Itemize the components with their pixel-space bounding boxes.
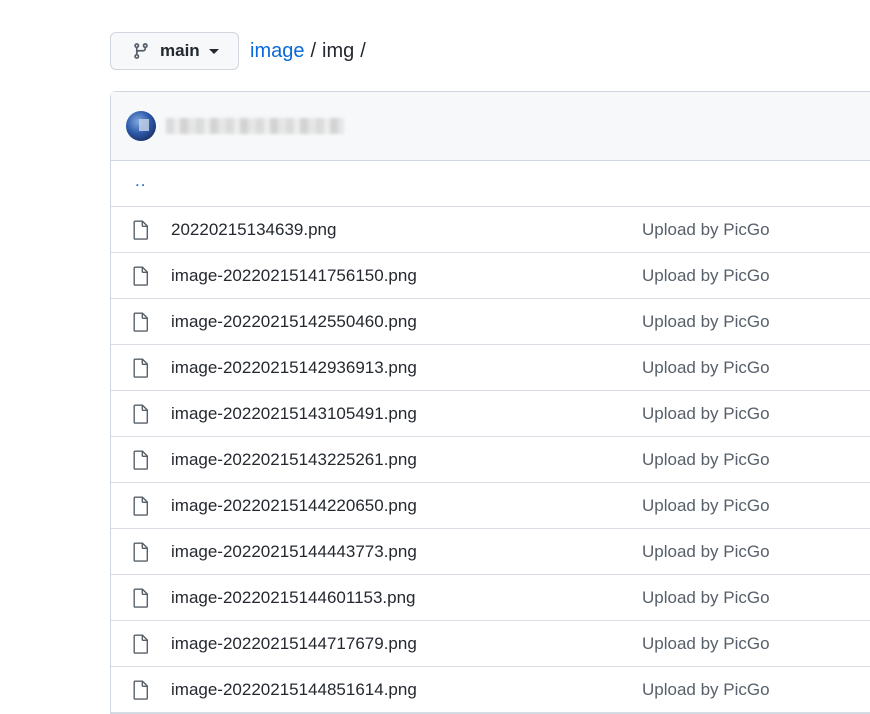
- caret-down-icon: [208, 48, 219, 54]
- parent-directory-row[interactable]: ..: [111, 161, 870, 207]
- file-icon: [133, 496, 149, 516]
- file-icon: [133, 542, 149, 562]
- avatar[interactable]: [126, 111, 156, 141]
- commit-message-link[interactable]: Upload by PicGo: [642, 266, 770, 286]
- file-icon: [133, 634, 149, 654]
- file-row[interactable]: 20220215134639.png Upload by PicGo: [111, 207, 870, 253]
- file-name-link[interactable]: image-20220215144443773.png: [171, 542, 642, 562]
- file-icon: [133, 220, 149, 240]
- file-name-link[interactable]: image-20220215142550460.png: [171, 312, 642, 332]
- file-row[interactable]: image-20220215142936913.png Upload by Pic…: [111, 345, 870, 391]
- file-name-link[interactable]: image-20220215144851614.png: [171, 680, 642, 700]
- file-name-link[interactable]: image-20220215141756150.png: [171, 266, 642, 286]
- path-bar: main image / img /: [110, 31, 372, 71]
- file-row[interactable]: image-20220215142550460.png Upload by Pic…: [111, 299, 870, 345]
- breadcrumb: image / img /: [250, 40, 372, 63]
- parent-directory-link[interactable]: ..: [135, 171, 146, 191]
- commit-message-link[interactable]: Upload by PicGo: [642, 450, 770, 470]
- breadcrumb-current-folder: img: [322, 39, 355, 62]
- file-icon: [133, 266, 149, 286]
- file-name-link[interactable]: image-20220215144717679.png: [171, 634, 642, 654]
- file-row[interactable]: image-20220215144220650.png Upload by Pic…: [111, 483, 870, 529]
- git-branch-icon: [132, 42, 150, 60]
- commit-message-link[interactable]: Upload by PicGo: [642, 220, 770, 240]
- commit-message-link[interactable]: Upload by PicGo: [642, 588, 770, 608]
- branch-label: main: [160, 41, 200, 60]
- file-row[interactable]: image-20220215143225261.png Upload by Pic…: [111, 437, 870, 483]
- redacted-commit-info: [166, 118, 344, 134]
- file-icon: [133, 312, 149, 332]
- file-list: .. 20220215134639.png Upload by PicGo imag…: [110, 91, 870, 714]
- file-name-link[interactable]: image-20220215142936913.png: [171, 358, 642, 378]
- commit-message-link[interactable]: Upload by PicGo: [642, 680, 770, 700]
- commit-message-link[interactable]: Upload by PicGo: [642, 634, 770, 654]
- breadcrumb-separator: /: [310, 39, 317, 62]
- file-row[interactable]: image-20220215144443773.png Upload by Pic…: [111, 529, 870, 575]
- breadcrumb-repo-link[interactable]: image: [250, 40, 304, 63]
- commit-message-link[interactable]: Upload by PicGo: [642, 496, 770, 516]
- file-row[interactable]: image-20220215144717679.png Upload by Pic…: [111, 621, 870, 667]
- latest-commit-header: [111, 92, 870, 161]
- file-name-link[interactable]: image-20220215144601153.png: [171, 588, 642, 608]
- file-row[interactable]: image-20220215144601153.png Upload by Pic…: [111, 575, 870, 621]
- file-icon: [133, 358, 149, 378]
- commit-message-link[interactable]: Upload by PicGo: [642, 404, 770, 424]
- commit-message-link[interactable]: Upload by PicGo: [642, 358, 770, 378]
- commit-message-link[interactable]: Upload by PicGo: [642, 312, 770, 332]
- file-name-link[interactable]: 20220215134639.png: [171, 220, 642, 240]
- commit-message-link[interactable]: Upload by PicGo: [642, 542, 770, 562]
- file-icon: [133, 450, 149, 470]
- file-name-link[interactable]: image-20220215143105491.png: [171, 404, 642, 424]
- file-row[interactable]: image-20220215143105491.png Upload by Pic…: [111, 391, 870, 437]
- file-name-link[interactable]: image-20220215143225261.png: [171, 450, 642, 470]
- file-row[interactable]: image-20220215144851614.png Upload by Pic…: [111, 667, 870, 713]
- file-row[interactable]: image-20220215141756150.png Upload by Pic…: [111, 253, 870, 299]
- file-icon: [133, 680, 149, 700]
- breadcrumb-trailing-separator: /: [360, 39, 366, 62]
- file-name-link[interactable]: image-20220215144220650.png: [171, 496, 642, 516]
- file-icon: [133, 588, 149, 608]
- branch-selector-button[interactable]: main: [110, 32, 239, 70]
- file-icon: [133, 404, 149, 424]
